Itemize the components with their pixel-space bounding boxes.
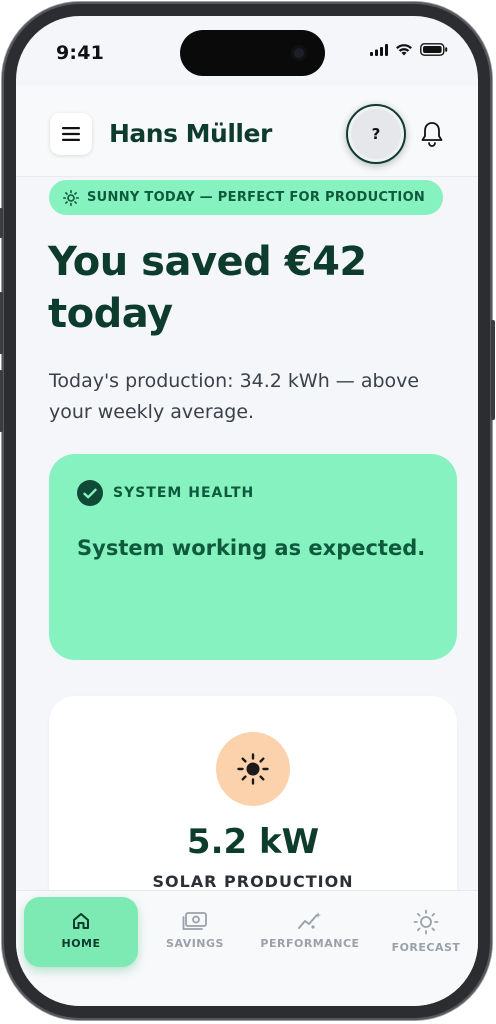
- health-header: SYSTEM HEALTH: [77, 480, 254, 506]
- check-circle-icon: [77, 480, 103, 506]
- weather-text: SUNNY TODAY — PERFECT FOR PRODUCTION: [87, 190, 426, 205]
- savings-headline: You saved €42 today: [48, 239, 367, 337]
- weather-banner: SUNNY TODAY — PERFECT FOR PRODUCTION: [49, 180, 444, 215]
- status-time: 9:41: [56, 42, 105, 64]
- tab-savings[interactable]: SAVINGS: [140, 891, 250, 971]
- system-health-card[interactable]: SYSTEM HEALTH System working as expected…: [49, 454, 457, 660]
- tab-savings-label: SAVINGS: [166, 937, 224, 950]
- phone-frame: 9:41 Hans Müller ? SUNNY TODAY — PERFECT…: [0, 2, 495, 1020]
- user-name: Hans Müller: [109, 119, 272, 148]
- phone-volume-down: [0, 370, 3, 432]
- app-screen: 9:41 Hans Müller ? SUNNY TODAY — PERFECT…: [16, 16, 478, 1006]
- battery-icon: [420, 43, 448, 56]
- tab-home[interactable]: HOME: [24, 897, 138, 967]
- sun-outline-icon: [413, 909, 439, 935]
- status-icons: [370, 43, 448, 56]
- sun-icon: [63, 189, 79, 206]
- solar-value: 5.2 kW: [186, 822, 320, 862]
- money-icon: [182, 912, 207, 930]
- app-header: Hans Müller ?: [16, 86, 478, 177]
- tab-forecast-label: FORECAST: [391, 941, 461, 954]
- chart-sparkle-icon: [298, 912, 321, 929]
- sun-icon: [237, 753, 269, 785]
- phone-power-button: [491, 320, 495, 420]
- hamburger-icon: [62, 127, 80, 141]
- solar-label: SOLAR PRODUCTION: [152, 872, 354, 891]
- bottom-tab-bar: HOME SAVINGS PERFORMANCE FORECAST: [16, 890, 478, 1006]
- tab-performance[interactable]: PERFORMANCE: [255, 891, 365, 971]
- status-bar: 9:41: [16, 16, 478, 86]
- tab-home-label: HOME: [61, 937, 101, 950]
- tab-performance-label: PERFORMANCE: [260, 937, 360, 950]
- health-message: System working as expected.: [77, 536, 426, 560]
- camera-icon: [291, 45, 307, 61]
- help-button[interactable]: ?: [346, 104, 406, 164]
- health-label: SYSTEM HEALTH: [113, 485, 255, 501]
- notifications-button[interactable]: [420, 120, 444, 152]
- menu-button[interactable]: [50, 113, 92, 155]
- production-summary: Today's production: 34.2 kWh — above you…: [49, 370, 420, 423]
- bell-icon: [421, 122, 443, 147]
- wifi-icon: [396, 44, 412, 56]
- phone-volume-up: [0, 292, 3, 354]
- home-icon: [73, 913, 89, 929]
- signal-icon: [370, 43, 388, 56]
- solar-sun-badge: [216, 732, 290, 806]
- tab-forecast[interactable]: FORECAST: [371, 891, 478, 971]
- phone-action-button: [0, 208, 3, 238]
- dynamic-island: [180, 30, 325, 76]
